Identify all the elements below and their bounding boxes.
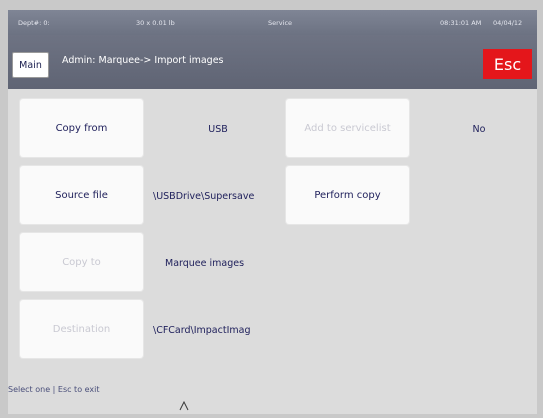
source-file-value: \USBDrive\Supersave <box>153 191 255 202</box>
esc-button[interactable]: Esc <box>483 49 532 79</box>
time-indicator: 08:31:01 AM <box>440 19 482 27</box>
import-images-panel: Copy from USB Add to servicelist No Sour… <box>8 89 537 414</box>
mouse-pointer-icon <box>179 401 189 411</box>
weight-indicator: 30 x 0.01 lb <box>136 19 175 27</box>
add-to-servicelist-value: No <box>472 124 486 135</box>
status-bar: Dept#: 0: 30 x 0.01 lb Service 08:31:01 … <box>8 10 537 35</box>
main-button[interactable]: Main <box>12 52 49 78</box>
destination-button[interactable]: Destination <box>20 300 143 358</box>
copy-to-button[interactable]: Copy to <box>20 233 143 291</box>
copy-from-button[interactable]: Copy from <box>20 99 143 157</box>
app-window: Dept#: 0: 30 x 0.01 lb Service 08:31:01 … <box>8 10 537 414</box>
add-to-servicelist-button[interactable]: Add to servicelist <box>286 99 409 157</box>
copy-from-value: USB <box>208 124 228 135</box>
perform-copy-button[interactable]: Perform copy <box>286 166 409 224</box>
date-indicator: 04/04/12 <box>493 19 523 27</box>
title-bar: Main Admin: Marquee-> Import images Esc <box>8 35 537 89</box>
destination-value: \CFCard\ImpactImag <box>153 325 251 336</box>
breadcrumb: Admin: Marquee-> Import images <box>62 55 224 66</box>
dept-indicator: Dept#: 0: <box>18 19 50 27</box>
status-message: Select one | Esc to exit <box>8 385 100 394</box>
copy-to-value: Marquee images <box>165 258 245 269</box>
source-file-button[interactable]: Source file <box>20 166 143 224</box>
mode-indicator: Service <box>268 19 293 27</box>
